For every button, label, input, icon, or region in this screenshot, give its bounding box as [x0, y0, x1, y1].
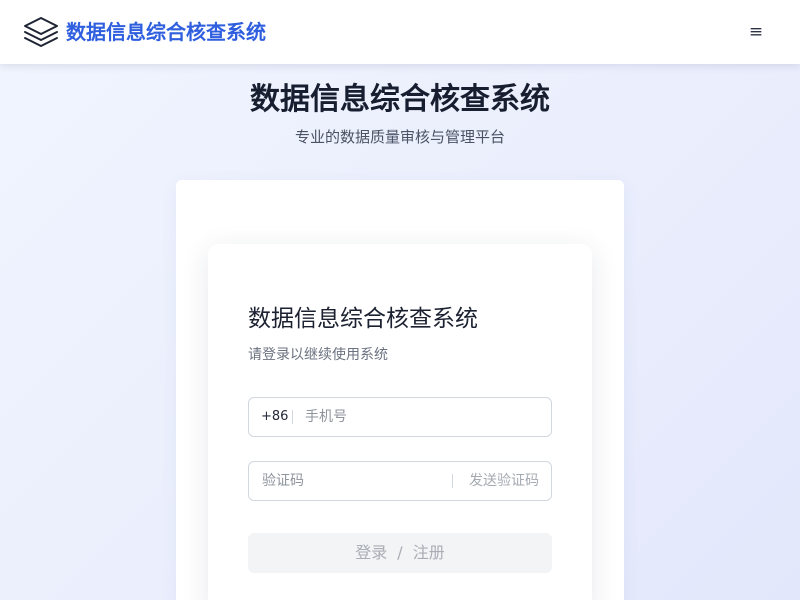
- verification-code-field: 发送验证码: [248, 461, 552, 501]
- verification-code-input[interactable]: [262, 462, 446, 500]
- send-code-button[interactable]: 发送验证码: [469, 462, 539, 500]
- top-navbar: 数据信息综合核查系统 ≡: [0, 0, 800, 64]
- login-card-subtitle: 请登录以继续使用系统: [248, 347, 388, 363]
- code-divider: [452, 474, 453, 488]
- brand-name: 数据信息综合核查系统: [66, 20, 266, 44]
- login-label: 登录: [355, 543, 388, 562]
- login-register-button[interactable]: 登录 / 注册: [248, 533, 552, 573]
- country-code-prefix[interactable]: +86: [261, 398, 288, 436]
- phone-field: +86: [248, 397, 552, 437]
- hamburger-menu-icon[interactable]: ≡: [744, 20, 768, 44]
- layers-icon: [24, 17, 58, 47]
- login-card-title: 数据信息综合核查系统: [248, 306, 478, 332]
- register-label: 注册: [412, 543, 445, 562]
- prefix-divider: [292, 410, 293, 424]
- phone-input[interactable]: [305, 398, 541, 436]
- button-separator: /: [397, 543, 403, 562]
- page-title: 数据信息综合核查系统: [250, 82, 550, 117]
- page-subtitle: 专业的数据质量审核与管理平台: [294, 128, 505, 146]
